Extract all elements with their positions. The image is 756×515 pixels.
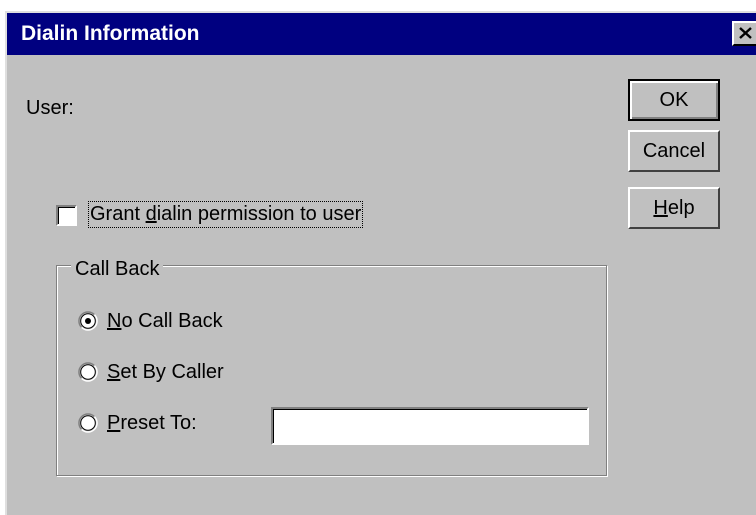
radio-no-call-back[interactable] — [78, 311, 98, 331]
grant-label-after: ialin permission to user — [156, 203, 362, 225]
window-title: Dialin Information — [21, 22, 200, 45]
set-by-caller-rest: et By Caller — [120, 361, 224, 383]
preset-to-input[interactable] — [271, 407, 589, 445]
help-button[interactable]: Help — [628, 187, 720, 229]
ok-button[interactable]: OK — [628, 79, 720, 121]
dialog-window: Dialin Information User: OK Cancel Help … — [5, 11, 756, 515]
preset-to-rest: reset To: — [120, 412, 197, 434]
preset-to-mnemonic: P — [107, 412, 121, 434]
title-bar[interactable]: Dialin Information — [7, 13, 756, 55]
help-label-rest: elp — [667, 197, 695, 219]
close-x-icon — [739, 27, 752, 39]
close-button[interactable] — [732, 21, 756, 46]
radio-selected-dot — [85, 318, 91, 324]
grant-label-mnemonic: d — [145, 203, 157, 225]
no-call-back-label[interactable]: No Call Back — [107, 310, 223, 333]
preset-to-label[interactable]: Preset To: — [107, 412, 197, 435]
call-back-group-label: Call Back — [71, 259, 164, 279]
set-by-caller-mnemonic: S — [107, 361, 121, 383]
help-mnemonic: H — [653, 197, 668, 219]
cancel-button[interactable]: Cancel — [628, 130, 720, 172]
no-call-back-rest: o Call Back — [121, 310, 223, 332]
user-label: User: — [26, 97, 74, 119]
set-by-caller-label[interactable]: Set By Caller — [107, 361, 224, 384]
grant-dialin-checkbox[interactable] — [56, 205, 77, 226]
grant-dialin-label[interactable]: Grant dialin permission to user — [87, 201, 364, 228]
radio-preset-to[interactable] — [78, 413, 98, 433]
grant-label-before: Grant — [90, 203, 146, 225]
no-call-back-mnemonic: N — [107, 310, 122, 332]
radio-set-by-caller[interactable] — [78, 362, 98, 382]
